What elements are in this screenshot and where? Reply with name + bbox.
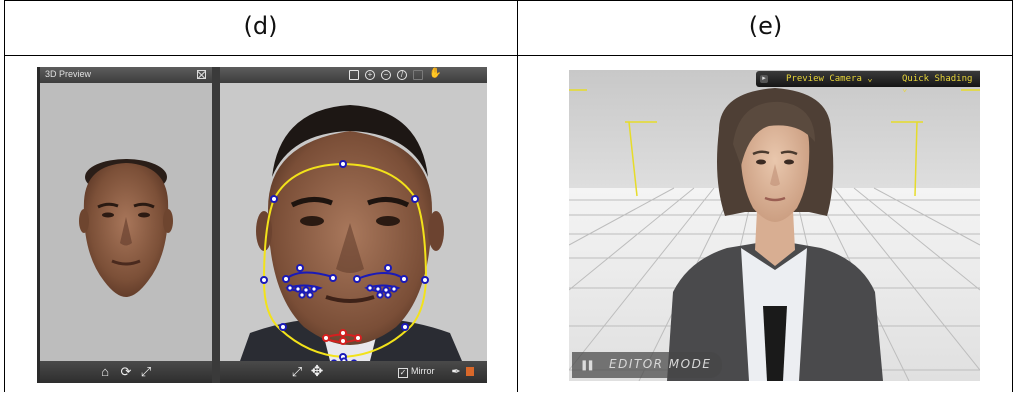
avatar-viewport[interactable]: ▸ Preview Camera ⌄ Quick Shading ⌄ ❚❚ ED…: [569, 70, 980, 381]
scene-3d: [569, 70, 980, 381]
eyedropper-icon[interactable]: ✒: [449, 365, 463, 379]
editor-bottom-bar: ⤢ ✥ ✓ Mirror ✒: [220, 361, 487, 383]
head-ear-left: [79, 209, 89, 233]
maximize-icon[interactable]: [197, 70, 206, 79]
fit-icon[interactable]: [413, 70, 423, 80]
pan-hand-icon[interactable]: ✋: [429, 69, 441, 80]
reset-icon[interactable]: /: [397, 70, 407, 80]
rotate-icon[interactable]: ⟳: [119, 365, 133, 379]
table-divider-vertical: [517, 0, 518, 392]
caption-e: (e): [748, 12, 783, 40]
face-editor-window: 3D Preview ⌂ ⟳ ⤢ + − / ✋ ⤢ ✥ ✓ Mirror ✒: [37, 67, 487, 383]
fullscreen-icon[interactable]: ⤢: [290, 365, 304, 379]
viewport-toolbar: ▸ Preview Camera ⌄ Quick Shading ⌄: [756, 71, 980, 94]
head-eye-left: [102, 212, 114, 218]
pause-icon[interactable]: ❚❚: [580, 360, 595, 371]
head-ear-right: [163, 209, 173, 233]
shading-dropdown[interactable]: Quick Shading ⌄: [902, 74, 980, 94]
collapse-arrow-icon[interactable]: ▸: [760, 75, 768, 83]
head-eye-right: [138, 212, 150, 218]
landmark-point: [270, 195, 278, 203]
preview-head-model: [79, 159, 173, 297]
preview-viewport[interactable]: [40, 83, 212, 361]
preview-bottom-bar: ⌂ ⟳ ⤢: [40, 361, 212, 383]
photo-canvas[interactable]: [220, 83, 487, 361]
preview-title: 3D Preview: [45, 69, 92, 79]
zoom-region-icon[interactable]: [349, 70, 359, 80]
chevron-down-icon: ⌄: [902, 84, 908, 94]
landmark-point: [411, 195, 419, 203]
editor-mode-label: EDITOR MODE: [609, 357, 712, 371]
landmark-point: [421, 276, 429, 284]
landmark-point: [279, 323, 287, 331]
shading-dropdown-label: Quick Shading: [902, 74, 973, 84]
avatar-eye-right: [784, 159, 794, 165]
landmark-point: [339, 160, 347, 168]
camera-dropdown[interactable]: Preview Camera ⌄: [786, 74, 873, 84]
photo-ear-right: [428, 211, 444, 251]
move-icon[interactable]: ✥: [310, 364, 324, 379]
zoom-out-icon[interactable]: −: [381, 70, 391, 80]
avatar-eye-left: [756, 159, 766, 165]
mirror-checkbox[interactable]: ✓: [398, 368, 408, 378]
panel-splitter[interactable]: [212, 67, 220, 383]
chevron-down-icon: ⌄: [867, 74, 873, 84]
camera-dropdown-label: Preview Camera: [786, 74, 862, 84]
fullscreen-icon[interactable]: ⤢: [139, 365, 153, 379]
photo-eye-right: [376, 216, 400, 226]
table-divider-horizontal: [4, 55, 1013, 56]
caption-d: (d): [243, 12, 278, 40]
preview-panel: 3D Preview ⌂ ⟳ ⤢: [40, 67, 212, 383]
home-icon[interactable]: ⌂: [98, 365, 112, 379]
landmark-point: [260, 276, 268, 284]
mirror-label: Mirror: [411, 366, 435, 376]
editor-toolbar: + − / ✋: [220, 67, 487, 83]
landmark-editor-panel: + − / ✋ ⤢ ✥ ✓ Mirror ✒: [220, 67, 487, 383]
avatar-undershirt: [763, 306, 787, 381]
zoom-in-icon[interactable]: +: [365, 70, 375, 80]
mirror-toggle[interactable]: ✓ Mirror: [398, 366, 435, 378]
preview-title-bar: 3D Preview: [40, 67, 212, 83]
photo-eye-left: [300, 216, 324, 226]
landmark-overlay: [220, 83, 487, 361]
color-swatch[interactable]: [466, 367, 474, 376]
editor-mode-badge[interactable]: ❚❚ EDITOR MODE: [572, 352, 722, 378]
landmark-point: [401, 323, 409, 331]
